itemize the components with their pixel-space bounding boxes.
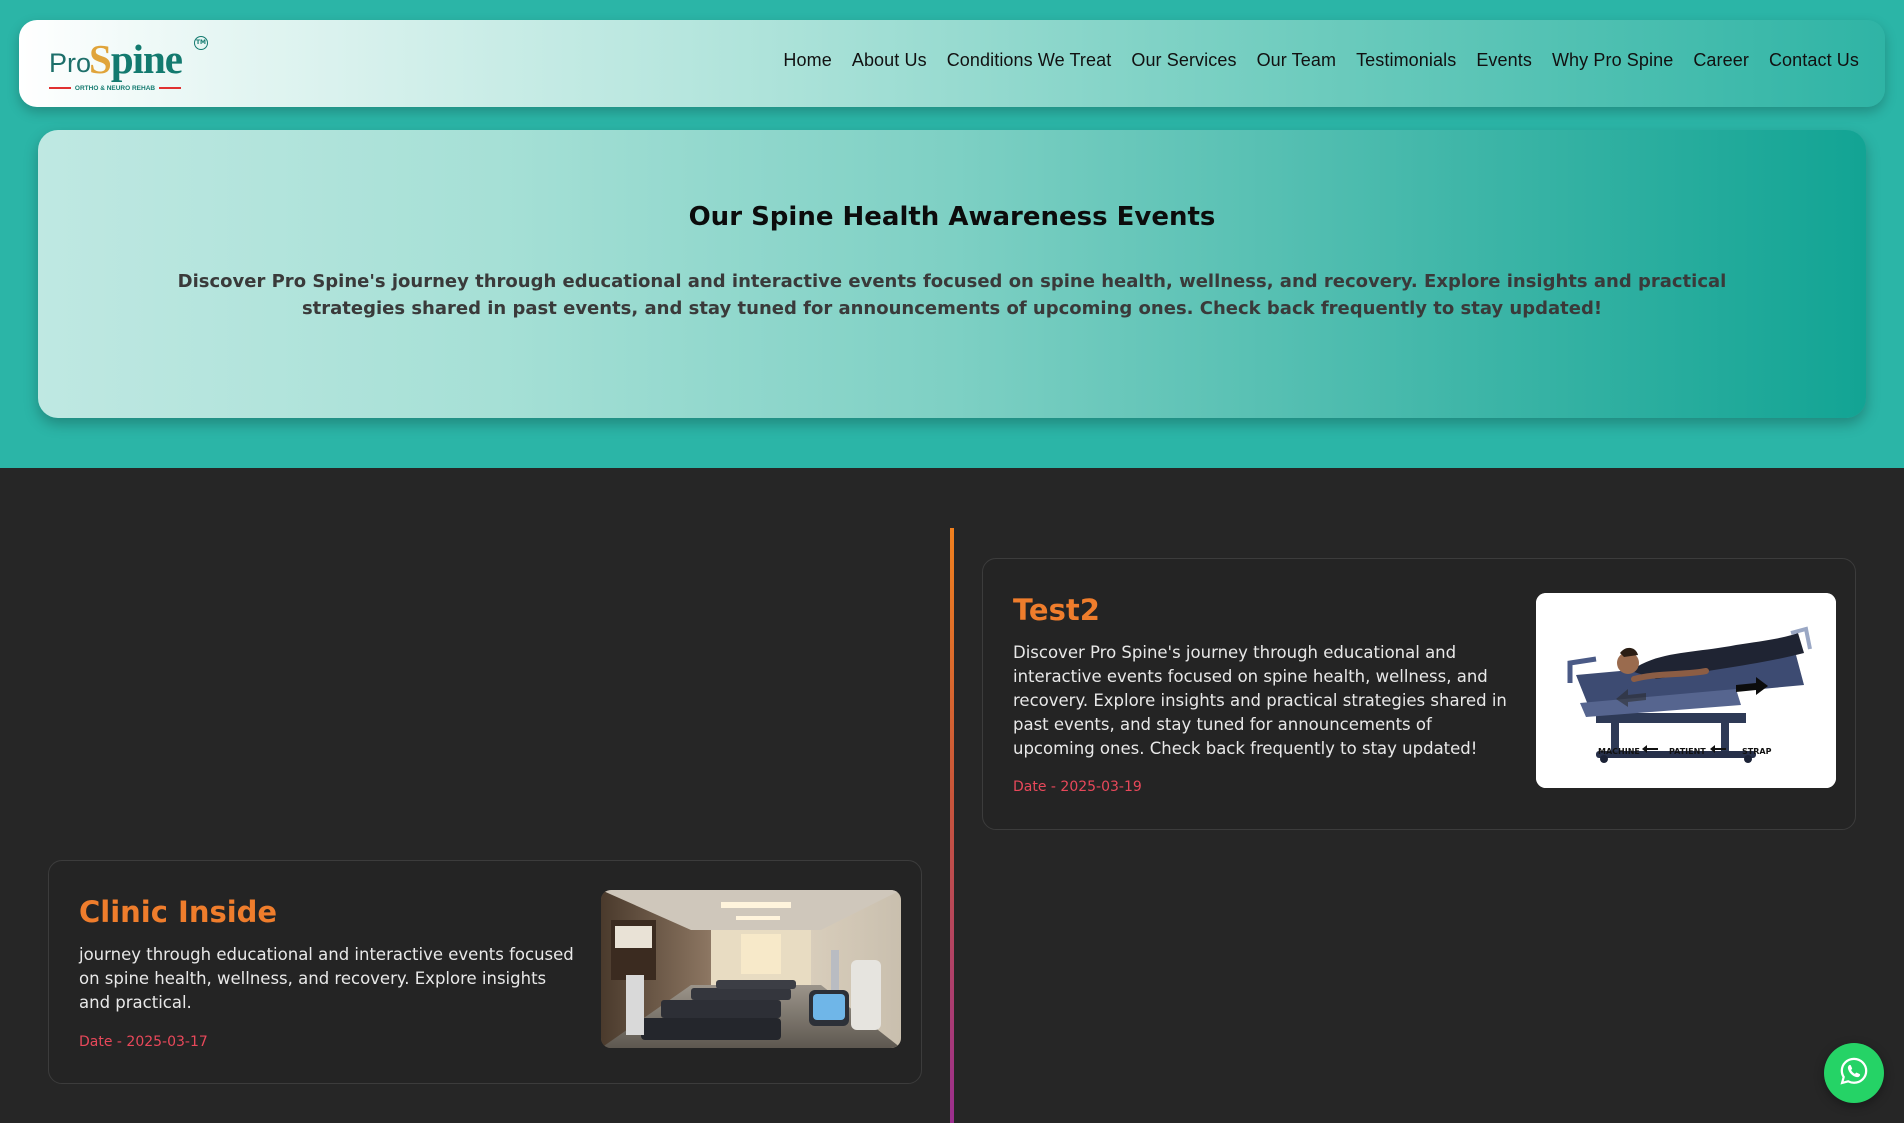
whatsapp-button[interactable] <box>1824 1043 1884 1103</box>
logo-tagline: ORTHO & NEURO REHAB <box>49 82 182 94</box>
whatsapp-icon <box>1839 1056 1869 1090</box>
event-date: Date - 2025-03-17 <box>79 1034 208 1050</box>
event-title: Test2 <box>1013 593 1100 627</box>
nav-why-pro-spine[interactable]: Why Pro Spine <box>1552 50 1673 71</box>
event-description: journey through educational and interact… <box>79 945 574 1012</box>
logo-pro-text: Pro <box>49 48 92 78</box>
nav-our-services[interactable]: Our Services <box>1131 50 1236 71</box>
event-description: Discover Pro Spine's journey through edu… <box>1013 643 1507 758</box>
event-image-clinic-interior <box>601 890 901 1048</box>
navbar: Pro Spine TM ORTHO & NEURO REHAB Home Ab… <box>19 20 1885 107</box>
nav-about-us[interactable]: About Us <box>852 50 927 71</box>
event-title: Clinic Inside <box>79 895 278 929</box>
event-date: Date - 2025-03-19 <box>1013 779 1142 795</box>
nav-our-team[interactable]: Our Team <box>1257 50 1337 71</box>
page-intro: Discover Pro Spine's journey through edu… <box>177 271 1727 319</box>
page-title: Our Spine Health Awareness Events <box>688 202 1216 232</box>
events-hero: Our Spine Health Awareness Events Discov… <box>38 130 1866 418</box>
logo-trademark: TM <box>194 36 208 50</box>
event-card-test2[interactable]: Test2 Discover Pro Spine's journey throu… <box>982 558 1856 830</box>
pro-spine-logo[interactable]: Pro Spine TM ORTHO & NEURO REHAB <box>49 32 209 94</box>
svg-text:PATIENT: PATIENT <box>1669 747 1706 756</box>
svg-text:STRAP: STRAP <box>1742 747 1772 756</box>
main-navigation: Home About Us Conditions We Treat Our Se… <box>783 50 1859 71</box>
timeline-line <box>950 528 954 1123</box>
nav-events[interactable]: Events <box>1476 50 1532 71</box>
event-card-clinic-inside[interactable]: Clinic Inside journey through educationa… <box>48 860 922 1084</box>
nav-contact-us[interactable]: Contact Us <box>1769 50 1859 71</box>
nav-conditions-we-treat[interactable]: Conditions We Treat <box>947 50 1112 71</box>
event-image-traction-table: MACHINE PATIENT STRAP <box>1536 593 1836 788</box>
svg-text:MACHINE: MACHINE <box>1598 747 1640 756</box>
nav-career[interactable]: Career <box>1693 50 1749 71</box>
nav-home[interactable]: Home <box>783 50 831 71</box>
nav-testimonials[interactable]: Testimonials <box>1356 50 1456 71</box>
logo-spine-text: Spine <box>89 36 183 82</box>
